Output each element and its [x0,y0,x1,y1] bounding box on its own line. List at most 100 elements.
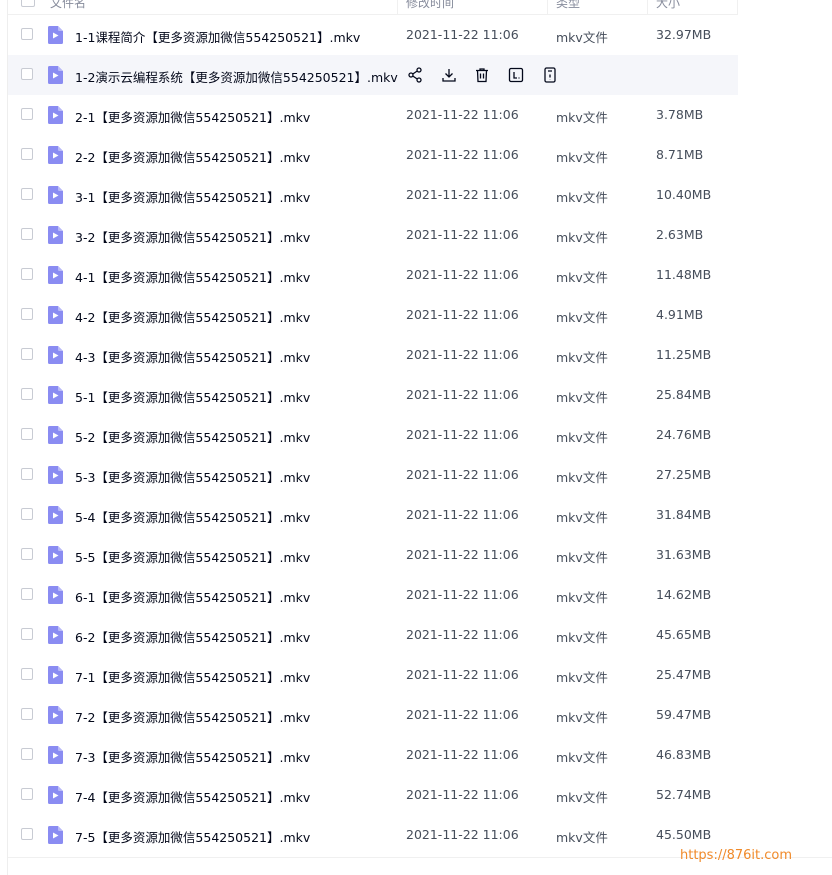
header-name[interactable]: 文件名 [50,0,86,11]
row-checkbox[interactable] [21,508,33,520]
row-checkbox[interactable] [21,748,33,760]
row-checkbox[interactable] [21,68,33,80]
row-checkbox[interactable] [21,428,33,440]
row-checkbox[interactable] [21,828,33,840]
file-row[interactable]: 5-1【更多资源加微信554250521】.mkv 2021-11-22 11:0… [8,375,738,415]
file-name[interactable]: 2-1【更多资源加微信554250521】.mkv [75,107,310,126]
header-type[interactable]: 类型 [556,0,580,11]
file-type: mkv文件 [556,390,608,405]
file-modified: 2021-11-22 11:06 [406,507,519,522]
file-name[interactable]: 5-1【更多资源加微信554250521】.mkv [75,387,310,406]
file-modified: 2021-11-22 11:06 [406,707,519,722]
file-size: 10.40MB [656,187,712,202]
file-name[interactable]: 7-2【更多资源加微信554250521】.mkv [75,707,310,726]
file-row[interactable]: 2-1【更多资源加微信554250521】.mkv 2021-11-22 11:0… [8,95,738,135]
row-checkbox[interactable] [21,628,33,640]
file-name[interactable]: 2-2【更多资源加微信554250521】.mkv [75,147,310,166]
file-size: 45.50MB [656,827,712,842]
row-checkbox[interactable] [21,468,33,480]
file-name[interactable]: 4-3【更多资源加微信554250521】.mkv [75,347,310,366]
download-icon[interactable] [440,66,458,84]
file-row[interactable]: 6-1【更多资源加微信554250521】.mkv 2021-11-22 11:0… [8,575,738,615]
file-row[interactable]: 6-2【更多资源加微信554250521】.mkv 2021-11-22 11:0… [8,615,738,655]
file-modified: 2021-11-22 11:06 [406,467,519,482]
video-file-icon [47,506,63,524]
file-modified: 2021-11-22 11:06 [406,307,519,322]
file-name[interactable]: 6-2【更多资源加微信554250521】.mkv [75,627,310,646]
text-icon[interactable] [507,66,525,84]
file-type: mkv文件 [556,790,608,805]
file-row[interactable]: 2-2【更多资源加微信554250521】.mkv 2021-11-22 11:0… [8,135,738,175]
file-name[interactable]: 1-1课程简介【更多资源加微信554250521】.mkv [75,27,360,46]
file-name[interactable]: 3-1【更多资源加微信554250521】.mkv [75,187,310,206]
file-modified: 2021-11-22 11:06 [406,27,519,42]
file-name[interactable]: 5-2【更多资源加微信554250521】.mkv [75,427,310,446]
file-type: mkv文件 [556,190,608,205]
file-modified: 2021-11-22 11:06 [406,547,519,562]
file-size: 25.47MB [656,667,712,682]
file-row[interactable]: 3-2【更多资源加微信554250521】.mkv 2021-11-22 11:0… [8,215,738,255]
row-checkbox[interactable] [21,588,33,600]
row-checkbox[interactable] [21,548,33,560]
file-name[interactable]: 7-5【更多资源加微信554250521】.mkv [75,827,310,846]
file-row[interactable]: 7-2【更多资源加微信554250521】.mkv 2021-11-22 11:0… [8,695,738,735]
header-divider [647,0,648,14]
file-name[interactable]: 7-3【更多资源加微信554250521】.mkv [75,747,310,766]
trash-icon[interactable] [473,66,491,84]
file-name[interactable]: 7-4【更多资源加微信554250521】.mkv [75,787,310,806]
header-modified[interactable]: 修改时间 [406,0,454,11]
share-icon[interactable] [406,66,424,84]
video-file-icon [47,746,63,764]
row-checkbox[interactable] [21,308,33,320]
video-file-icon [47,186,63,204]
file-row[interactable]: 5-4【更多资源加微信554250521】.mkv 2021-11-22 11:0… [8,495,738,535]
file-name[interactable]: 5-4【更多资源加微信554250521】.mkv [75,507,310,526]
file-row[interactable]: 1-1课程简介【更多资源加微信554250521】.mkv 2021-11-22 … [8,15,738,55]
file-name[interactable]: 5-3【更多资源加微信554250521】.mkv [75,467,310,486]
video-file-icon [47,426,63,444]
file-name[interactable]: 4-2【更多资源加微信554250521】.mkv [75,307,310,326]
header-divider [547,0,548,14]
file-row[interactable]: 5-3【更多资源加微信554250521】.mkv 2021-11-22 11:0… [8,455,738,495]
row-checkbox[interactable] [21,788,33,800]
video-file-icon [47,266,63,284]
video-file-icon [47,26,63,44]
file-name[interactable]: 1-2演示云编程系统【更多资源加微信554250521】.mkv [75,67,398,86]
file-row[interactable]: 7-5【更多资源加微信554250521】.mkv 2021-11-22 11:0… [8,815,738,855]
file-name[interactable]: 7-1【更多资源加微信554250521】.mkv [75,667,310,686]
row-checkbox[interactable] [21,708,33,720]
file-row[interactable]: 4-3【更多资源加微信554250521】.mkv 2021-11-22 11:0… [8,335,738,375]
file-row[interactable]: 1-2演示云编程系统【更多资源加微信554250521】.mkv [8,55,738,95]
file-size: 52.74MB [656,787,712,802]
row-checkbox[interactable] [21,668,33,680]
file-row[interactable]: 5-2【更多资源加微信554250521】.mkv 2021-11-22 11:0… [8,415,738,455]
file-modified: 2021-11-22 11:06 [406,787,519,802]
file-row[interactable]: 3-1【更多资源加微信554250521】.mkv 2021-11-22 11:0… [8,175,738,215]
row-checkbox[interactable] [21,188,33,200]
row-checkbox[interactable] [21,268,33,280]
file-name[interactable]: 3-2【更多资源加微信554250521】.mkv [75,227,310,246]
video-file-icon [47,386,63,404]
row-checkbox[interactable] [21,148,33,160]
file-row[interactable]: 7-3【更多资源加微信554250521】.mkv 2021-11-22 11:0… [8,735,738,775]
row-checkbox[interactable] [21,388,33,400]
file-row[interactable]: 5-5【更多资源加微信554250521】.mkv 2021-11-22 11:0… [8,535,738,575]
file-modified: 2021-11-22 11:06 [406,267,519,282]
file-name[interactable]: 5-5【更多资源加微信554250521】.mkv [75,547,310,566]
file-modified: 2021-11-22 11:06 [406,227,519,242]
row-checkbox[interactable] [21,108,33,120]
row-checkbox[interactable] [21,228,33,240]
file-row[interactable]: 7-1【更多资源加微信554250521】.mkv 2021-11-22 11:0… [8,655,738,695]
video-file-icon [47,146,63,164]
row-checkbox[interactable] [21,28,33,40]
row-checkbox[interactable] [21,348,33,360]
file-name[interactable]: 6-1【更多资源加微信554250521】.mkv [75,587,310,606]
select-all-checkbox[interactable] [21,0,35,7]
header-size[interactable]: 大小 [656,0,680,11]
file-modified: 2021-11-22 11:06 [406,107,519,122]
file-row[interactable]: 4-1【更多资源加微信554250521】.mkv 2021-11-22 11:0… [8,255,738,295]
file-row[interactable]: 7-4【更多资源加微信554250521】.mkv 2021-11-22 11:0… [8,775,738,815]
file-name[interactable]: 4-1【更多资源加微信554250521】.mkv [75,267,310,286]
file-row[interactable]: 4-2【更多资源加微信554250521】.mkv 2021-11-22 11:0… [8,295,738,335]
more-icon[interactable] [541,66,559,84]
